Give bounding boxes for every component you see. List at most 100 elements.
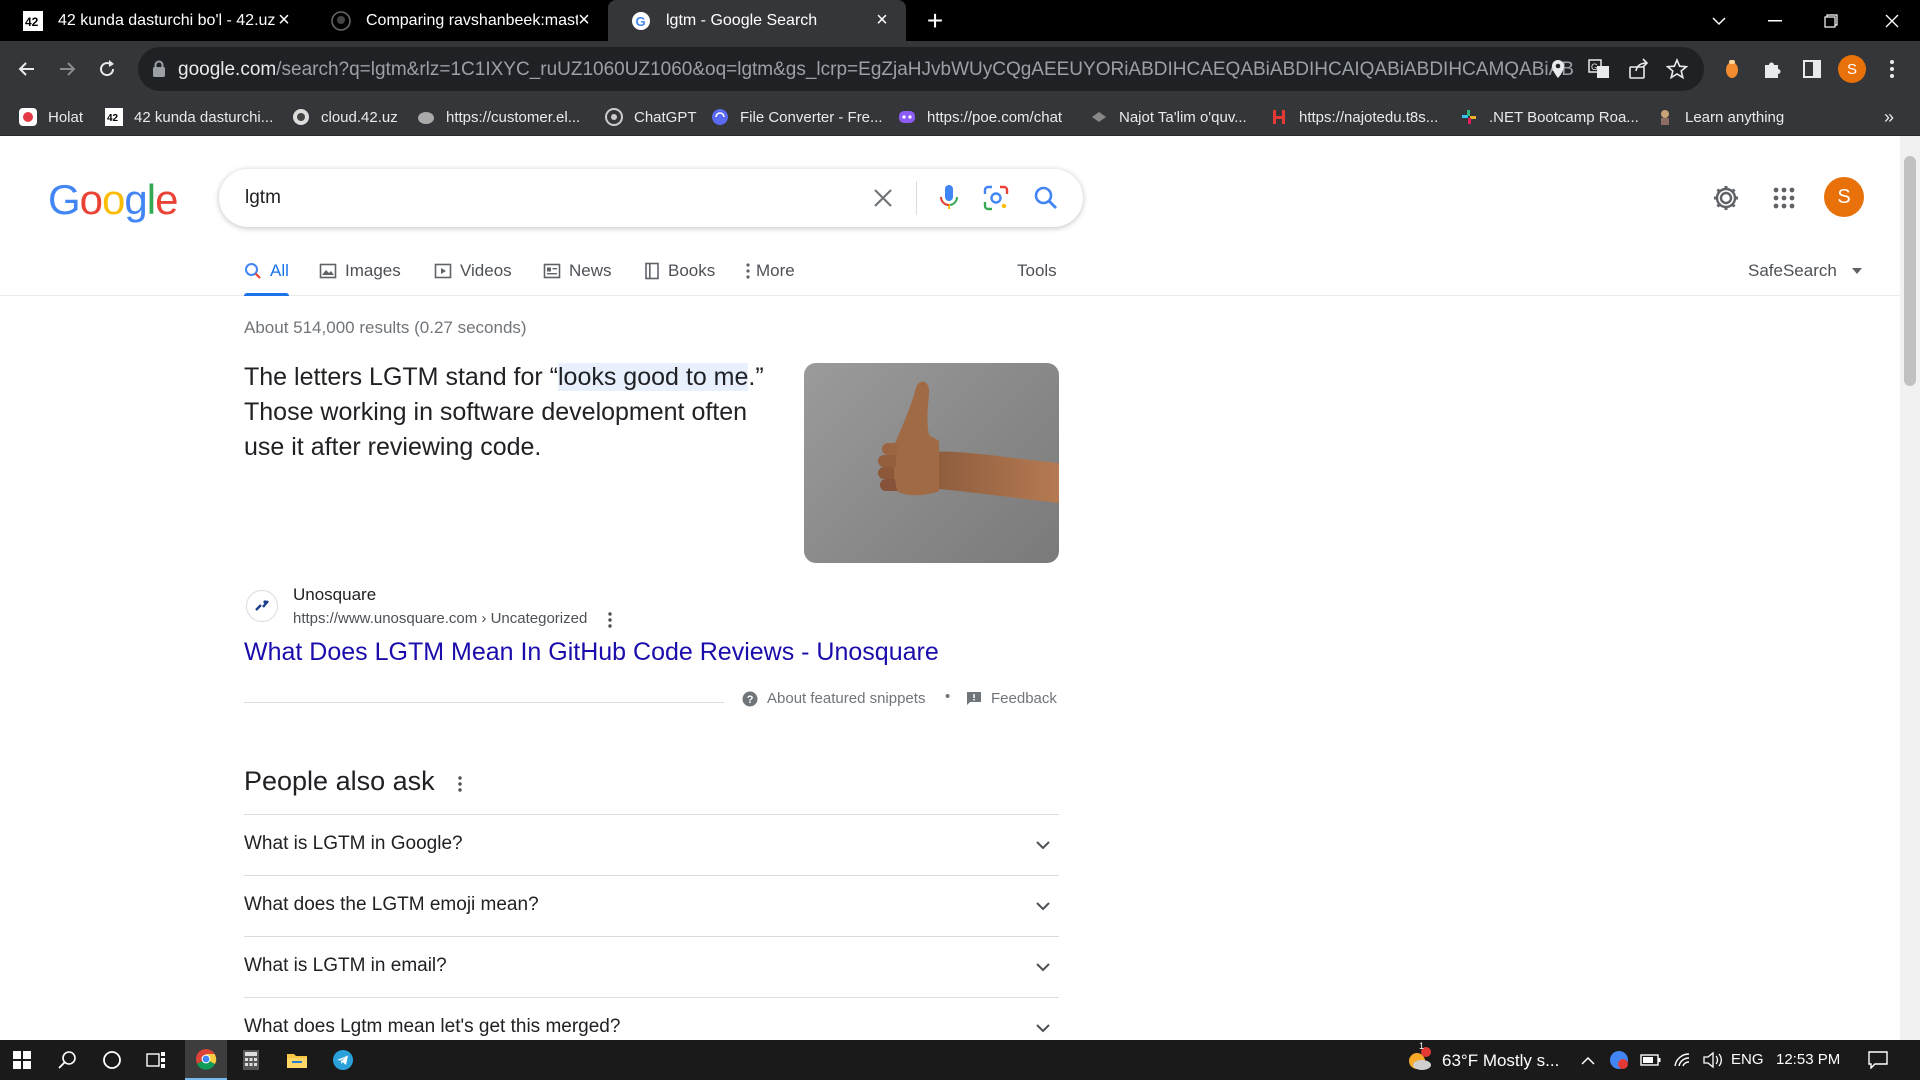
- battery-icon[interactable]: [1636, 1040, 1666, 1080]
- account-avatar[interactable]: S: [1824, 177, 1864, 217]
- translate-icon[interactable]: G: [1588, 58, 1610, 80]
- tools-button[interactable]: Tools: [1017, 246, 1057, 296]
- new-tab-button[interactable]: +: [915, 0, 955, 41]
- bookmark-net-bootcamp[interactable]: .NET Bootcamp Roa...: [1459, 98, 1639, 136]
- url-text[interactable]: google.com/search?q=lgtm&rlz=1C1IXYC_ruU…: [178, 59, 1573, 81]
- chevron-down-icon[interactable]: [1031, 894, 1055, 918]
- google-lens-icon[interactable]: [983, 185, 1009, 211]
- page-scrollbar[interactable]: [1900, 136, 1920, 1040]
- feedback-label: Feedback: [991, 690, 1057, 707]
- google-apps-icon[interactable]: [1764, 178, 1804, 218]
- tab-videos[interactable]: Videos: [434, 246, 512, 296]
- volume-icon[interactable]: [1698, 1040, 1728, 1080]
- cortana-icon[interactable]: [90, 1040, 134, 1080]
- extensions-puzzle-icon[interactable]: [1756, 53, 1788, 85]
- file-explorer-taskbar-icon[interactable]: [276, 1040, 318, 1080]
- bookmark-holat[interactable]: Holat: [18, 98, 83, 136]
- close-icon[interactable]: ×: [872, 10, 892, 30]
- tab-more[interactable]: More: [746, 246, 795, 296]
- result-title-link[interactable]: What Does LGTM Mean In GitHub Code Revie…: [244, 638, 939, 667]
- wifi-icon[interactable]: [1668, 1040, 1698, 1080]
- reload-button[interactable]: [87, 49, 127, 89]
- forward-button[interactable]: [47, 49, 87, 89]
- input-language[interactable]: ENG: [1731, 1051, 1764, 1068]
- notifications-icon[interactable]: [1856, 1040, 1900, 1080]
- bookmark-cloud42[interactable]: cloud.42.uz: [291, 98, 398, 136]
- scrollbar-thumb[interactable]: [1904, 156, 1916, 386]
- lock-icon[interactable]: [152, 60, 166, 78]
- taskbar-clock[interactable]: 12:53 PM: [1776, 1051, 1840, 1068]
- browser-tab-strip: 42 42 kunda dasturchi bo'l - 42.uz × Com…: [0, 0, 1920, 41]
- microphone-icon[interactable]: [937, 183, 961, 213]
- taskbar-search-icon[interactable]: [46, 1040, 90, 1080]
- close-icon[interactable]: ×: [574, 10, 594, 30]
- tab-books[interactable]: Books: [644, 246, 715, 296]
- browser-tab-google[interactable]: G lgtm - Google Search ×: [608, 0, 906, 41]
- telegram-taskbar-icon[interactable]: [322, 1040, 364, 1080]
- bookmarks-overflow-icon[interactable]: »: [1884, 98, 1894, 136]
- task-view-icon[interactable]: [134, 1040, 178, 1080]
- paa-question[interactable]: What is LGTM in Google?: [244, 814, 1059, 875]
- windows-start-icon[interactable]: [0, 1040, 44, 1080]
- settings-gear-icon[interactable]: [1706, 178, 1746, 218]
- safesearch-button[interactable]: SafeSearch: [1748, 246, 1863, 296]
- paa-question[interactable]: What does Lgtm mean let's get this merge…: [244, 997, 1059, 1040]
- location-pin-icon[interactable]: [1550, 59, 1566, 79]
- chrome-taskbar-icon[interactable]: [185, 1040, 227, 1080]
- paa-question[interactable]: What does the LGTM emoji mean?: [244, 875, 1059, 936]
- more-vert-icon[interactable]: [450, 772, 470, 796]
- bookmark-najot[interactable]: Najot Ta'lim o'quv...: [1089, 98, 1247, 136]
- bookmark-42uz[interactable]: 42 42 kunda dasturchi...: [104, 98, 273, 136]
- close-window-button[interactable]: [1864, 0, 1920, 41]
- chevron-down-icon[interactable]: [1031, 955, 1055, 979]
- bookmark-customer[interactable]: https://customer.el...: [416, 98, 580, 136]
- chevron-down-icon[interactable]: [1031, 1016, 1055, 1040]
- bookmark-file-converter[interactable]: File Converter - Fre...: [710, 98, 883, 136]
- search-icon[interactable]: [1033, 185, 1059, 211]
- extension-honey-icon[interactable]: [1716, 53, 1748, 85]
- bookmark-najotedu[interactable]: https://najotedu.t8s...: [1269, 98, 1438, 136]
- windows-taskbar: 1 63°F Mostly s... ENG 12:53 PM: [0, 1040, 1920, 1080]
- calculator-taskbar-icon[interactable]: [230, 1040, 272, 1080]
- feedback-link[interactable]: Feedback: [966, 690, 1057, 707]
- tab-news[interactable]: News: [543, 246, 612, 296]
- profile-avatar[interactable]: S: [1836, 53, 1868, 85]
- about-featured-snippets-link[interactable]: ? About featured snippets: [742, 690, 925, 707]
- tab-images[interactable]: Images: [319, 246, 401, 296]
- chrome-tray-icon[interactable]: [1604, 1040, 1634, 1080]
- menu-kebab-icon[interactable]: [1876, 53, 1908, 85]
- more-vert-icon[interactable]: [600, 608, 620, 632]
- star-icon[interactable]: [1666, 58, 1688, 80]
- bookmark-learn-anything[interactable]: Learn anything: [1655, 98, 1784, 136]
- paa-question[interactable]: What is LGTM in email?: [244, 936, 1059, 997]
- bookmark-chatgpt[interactable]: ChatGPT: [604, 98, 697, 136]
- back-button[interactable]: [7, 49, 47, 89]
- clear-search-icon[interactable]: [871, 186, 895, 210]
- tab-title: 42 kunda dasturchi bo'l - 42.uz: [58, 11, 276, 29]
- minimize-button[interactable]: [1747, 0, 1803, 41]
- close-icon[interactable]: ×: [274, 10, 294, 30]
- book-icon: [644, 262, 660, 280]
- paa-question-text: What does the LGTM emoji mean?: [244, 894, 539, 915]
- share-icon[interactable]: [1628, 58, 1650, 80]
- paa-question-text: What does Lgtm mean let's get this merge…: [244, 1016, 621, 1037]
- side-panel-icon[interactable]: [1796, 53, 1828, 85]
- tab-all[interactable]: All: [244, 246, 289, 296]
- bookmark-label: .NET Bootcamp Roa...: [1489, 108, 1639, 126]
- source-url[interactable]: https://www.unosquare.com › Uncategorize…: [293, 610, 587, 627]
- browser-tab-42uz[interactable]: 42 42 kunda dasturchi bo'l - 42.uz ×: [0, 0, 308, 41]
- show-hidden-icons-chevron-icon[interactable]: [1576, 1040, 1600, 1080]
- address-bar[interactable]: google.com/search?q=lgtm&rlz=1C1IXYC_ruU…: [138, 47, 1704, 91]
- google-logo[interactable]: Google: [48, 176, 178, 224]
- source-site-name[interactable]: Unosquare: [293, 585, 376, 605]
- restore-button[interactable]: [1803, 0, 1859, 41]
- search-input[interactable]: [245, 183, 845, 213]
- chevron-down-icon[interactable]: [1031, 833, 1055, 857]
- tab-search-chevron-icon[interactable]: [1691, 0, 1747, 41]
- search-box[interactable]: [219, 169, 1083, 227]
- thumbs-up-image[interactable]: [804, 363, 1059, 563]
- weather-text[interactable]: 63°F Mostly s...: [1442, 1051, 1559, 1071]
- weather-icon[interactable]: 1: [1400, 1040, 1438, 1080]
- browser-tab-github[interactable]: Comparing ravshanbeek:master... ×: [308, 0, 608, 41]
- bookmark-poe[interactable]: https://poe.com/chat: [897, 98, 1062, 136]
